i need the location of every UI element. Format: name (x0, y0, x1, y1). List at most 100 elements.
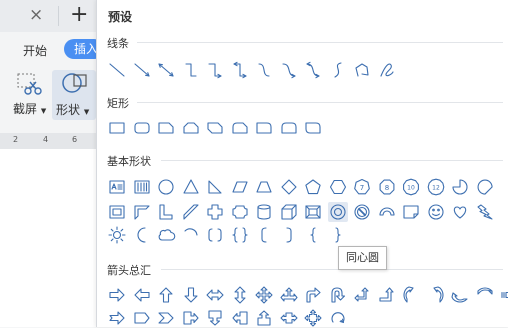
ruler-tick: 6 (72, 135, 78, 144)
bevel-icon[interactable] (303, 202, 323, 222)
shapes-button[interactable]: 形状 ▼ (52, 70, 96, 120)
right-arrow-icon[interactable] (107, 285, 127, 305)
double-brace-icon[interactable] (230, 225, 250, 245)
folded-corner-icon[interactable] (401, 202, 421, 222)
block-arc-icon[interactable] (377, 202, 397, 222)
elbow-arrow-connector-icon[interactable] (205, 60, 225, 80)
rounded-rectangle-icon[interactable] (132, 118, 152, 138)
circular-arrow-icon[interactable] (328, 308, 348, 328)
u-turn-arrow-icon[interactable] (328, 285, 348, 305)
menu-start[interactable]: 开始 (23, 42, 47, 59)
right-triangle-icon[interactable] (205, 177, 225, 197)
curved-connector-icon[interactable] (254, 60, 274, 80)
heptagon-icon[interactable]: 7 (352, 177, 372, 197)
arc-icon[interactable] (181, 225, 201, 245)
cube-icon[interactable] (279, 202, 299, 222)
trapezoid-icon[interactable] (254, 177, 274, 197)
striped-right-arrow-icon[interactable] (499, 285, 508, 305)
round-diagonal-icon[interactable] (303, 118, 323, 138)
round-same-side-icon[interactable] (279, 118, 299, 138)
text-box-icon[interactable] (107, 177, 127, 197)
left-brace-icon[interactable] (303, 225, 323, 245)
bent-up-arrow-icon[interactable] (377, 285, 397, 305)
scribble-icon[interactable] (377, 60, 397, 80)
panel-title: 预设 (108, 10, 133, 24)
curved-double-arrow-connector-icon[interactable] (303, 60, 323, 80)
diamond-icon[interactable] (279, 177, 299, 197)
ruler-tick: 4 (43, 135, 49, 144)
octagon-icon[interactable]: 8 (377, 177, 397, 197)
l-shape-icon[interactable] (156, 202, 176, 222)
plaque-icon[interactable] (230, 202, 250, 222)
curved-left-arrow-icon[interactable] (426, 285, 446, 305)
new-tab-icon[interactable]: + (70, 2, 88, 27)
double-bracket-icon[interactable] (205, 225, 225, 245)
double-arrow-line-icon[interactable] (156, 60, 176, 80)
freeform-icon[interactable] (352, 60, 372, 80)
round-single-corner-icon[interactable] (254, 118, 274, 138)
close-tab-icon[interactable]: × (29, 5, 43, 25)
snip-diagonal-icon[interactable] (205, 118, 225, 138)
can-icon[interactable] (254, 202, 274, 222)
chord-icon[interactable] (475, 177, 495, 197)
dodecagon-icon[interactable]: 12 (426, 177, 446, 197)
elbow-connector-icon[interactable] (181, 60, 201, 80)
left-bracket-icon[interactable] (254, 225, 274, 245)
svg-text:10: 10 (407, 185, 415, 192)
parallelogram-icon[interactable] (230, 177, 250, 197)
diagonal-stripe-icon[interactable] (181, 202, 201, 222)
pie-icon[interactable] (450, 177, 470, 197)
chevron-arrow-icon[interactable] (156, 308, 176, 328)
arrow-line-icon[interactable] (132, 60, 152, 80)
curved-right-arrow-icon[interactable] (401, 285, 421, 305)
frame-icon[interactable] (107, 202, 127, 222)
snip-round-icon[interactable] (230, 118, 250, 138)
curved-arrow-connector-icon[interactable] (279, 60, 299, 80)
curve-icon[interactable] (328, 60, 348, 80)
decagon-icon[interactable]: 10 (401, 177, 421, 197)
curved-up-arrow-icon[interactable] (450, 285, 470, 305)
bent-arrow-icon[interactable] (303, 285, 323, 305)
plus-icon[interactable] (205, 202, 225, 222)
left-right-arrow-callout-icon[interactable] (279, 308, 299, 328)
quad-arrow-callout-icon[interactable] (303, 308, 323, 328)
pentagon-arrow-icon[interactable] (132, 308, 152, 328)
sun-icon[interactable] (107, 225, 127, 245)
left-arrow-callout-icon[interactable] (230, 308, 250, 328)
right-bracket-icon[interactable] (279, 225, 299, 245)
right-arrow-callout-icon[interactable] (181, 308, 201, 328)
up-arrow-icon[interactable] (156, 285, 176, 305)
up-down-arrow-icon[interactable] (230, 285, 250, 305)
lightning-bolt-icon[interactable] (475, 202, 495, 222)
snip-single-corner-icon[interactable] (156, 118, 176, 138)
rectangle-icon[interactable] (107, 118, 127, 138)
vertical-text-box-icon[interactable] (132, 177, 152, 197)
left-arrow-icon[interactable] (132, 285, 152, 305)
heart-icon[interactable] (450, 202, 470, 222)
left-right-arrow-icon[interactable] (205, 285, 225, 305)
pentagon-icon[interactable] (303, 177, 323, 197)
down-arrow-callout-icon[interactable] (205, 308, 225, 328)
oval-icon[interactable] (156, 177, 176, 197)
document-canvas[interactable] (0, 149, 96, 327)
half-frame-icon[interactable] (132, 202, 152, 222)
left-up-arrow-icon[interactable] (352, 285, 372, 305)
up-arrow-callout-icon[interactable] (254, 308, 274, 328)
left-right-up-arrow-icon[interactable] (279, 285, 299, 305)
quad-arrow-icon[interactable] (254, 285, 274, 305)
notched-right-arrow-icon[interactable] (107, 308, 127, 328)
smiley-face-icon[interactable] (426, 202, 446, 222)
screenshot-button[interactable]: 截屏 ▼ (8, 70, 48, 118)
hexagon-icon[interactable] (328, 177, 348, 197)
no-symbol-icon[interactable] (352, 202, 372, 222)
elbow-double-arrow-connector-icon[interactable] (230, 60, 250, 80)
right-brace-icon[interactable] (328, 225, 348, 245)
down-arrow-icon[interactable] (181, 285, 201, 305)
donut-icon[interactable] (327, 202, 348, 222)
curved-down-arrow-icon[interactable] (475, 285, 495, 305)
moon-icon[interactable] (132, 225, 152, 245)
triangle-icon[interactable] (181, 177, 201, 197)
cloud-icon[interactable] (156, 225, 176, 245)
snip-same-side-icon[interactable] (181, 118, 201, 138)
line-icon[interactable] (107, 60, 127, 80)
